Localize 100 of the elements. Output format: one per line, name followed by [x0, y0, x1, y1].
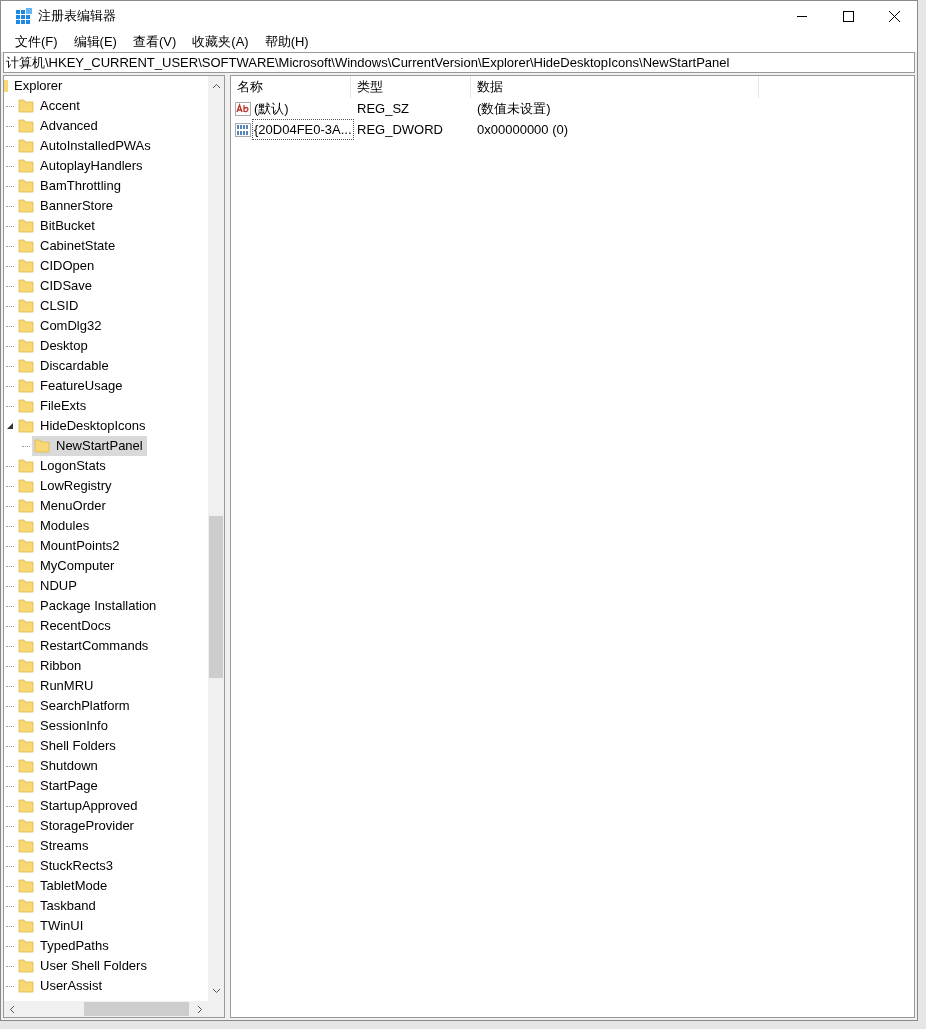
- tree-item[interactable]: CLSID: [16, 296, 83, 316]
- folder-icon: [18, 759, 34, 773]
- tree-item[interactable]: MenuOrder: [16, 496, 110, 516]
- folder-icon: [18, 859, 34, 873]
- expanded-arrow-icon[interactable]: [7, 423, 13, 429]
- tree-item[interactable]: BitBucket: [16, 216, 99, 236]
- value-name[interactable]: {20D04FE0-3A...: [252, 118, 354, 141]
- folder-icon: [18, 459, 34, 473]
- folder-icon: [18, 679, 34, 693]
- tree-item[interactable]: AutoplayHandlers: [16, 156, 147, 176]
- menu-item[interactable]: 文件(F): [7, 31, 66, 52]
- tree-item[interactable]: Package Installation: [16, 596, 161, 616]
- tree-item[interactable]: UserAssist: [16, 976, 107, 996]
- tree-item[interactable]: BannerStore: [16, 196, 117, 216]
- tree-item[interactable]: StartupApproved: [16, 796, 142, 816]
- tree-item[interactable]: Desktop: [16, 336, 92, 356]
- column-header[interactable]: 类型: [351, 76, 471, 98]
- registry-app-icon: [16, 8, 32, 24]
- column-header[interactable]: 数据: [471, 76, 759, 98]
- scroll-thumb[interactable]: [209, 516, 223, 678]
- folder-icon: [18, 399, 34, 413]
- column-header[interactable]: 名称: [231, 76, 351, 98]
- tree-item[interactable]: BamThrottling: [16, 176, 125, 196]
- folder-icon: [18, 959, 34, 973]
- tree-item[interactable]: SessionInfo: [16, 716, 112, 736]
- tree-item[interactable]: CIDOpen: [16, 256, 99, 276]
- tree-item[interactable]: RecentDocs: [16, 616, 115, 636]
- tree-item[interactable]: Advanced: [16, 116, 102, 136]
- tree-item[interactable]: MountPoints2: [16, 536, 124, 556]
- folder-icon: [18, 179, 34, 193]
- value-name[interactable]: (默认): [252, 97, 291, 120]
- folder-icon: [18, 219, 34, 233]
- tree-item[interactable]: TWinUI: [16, 916, 88, 936]
- tree-item[interactable]: Modules: [16, 516, 94, 536]
- string-value-icon: [235, 101, 251, 116]
- folder-icon: [18, 259, 34, 273]
- tree-item[interactable]: CIDSave: [16, 276, 97, 296]
- tree-item[interactable]: FileExts: [16, 396, 91, 416]
- tree-item[interactable]: Shutdown: [16, 756, 102, 776]
- tree-item[interactable]: ComDlg32: [16, 316, 106, 336]
- tree-item[interactable]: LowRegistry: [16, 476, 116, 496]
- folder-icon: [18, 239, 34, 253]
- value-data: 0x00000000 (0): [476, 120, 570, 139]
- menu-item[interactable]: 收藏夹(A): [184, 31, 257, 52]
- folder-icon: [18, 139, 34, 153]
- tree-item[interactable]: NewStartPanel: [32, 436, 147, 456]
- folder-icon: [18, 799, 34, 813]
- folder-icon: [18, 819, 34, 833]
- tree-item[interactable]: Streams: [16, 836, 93, 856]
- folder-icon: [18, 339, 34, 353]
- folder-icon: [18, 299, 34, 313]
- tree-item[interactable]: TypedPaths: [16, 936, 113, 956]
- tree-item[interactable]: AutoInstalledPWAs: [16, 136, 155, 156]
- tree-item[interactable]: MyComputer: [16, 556, 119, 576]
- folder-icon: [18, 479, 34, 493]
- tree-item[interactable]: NDUP: [16, 576, 81, 596]
- horizontal-scrollbar[interactable]: [4, 1001, 224, 1017]
- tree-item[interactable]: RunMRU: [16, 676, 98, 696]
- tree-item[interactable]: StuckRects3: [16, 856, 117, 876]
- close-icon: [888, 10, 900, 22]
- tree-item[interactable]: Ribbon: [16, 656, 86, 676]
- folder-icon: [18, 359, 34, 373]
- value-type: REG_SZ: [356, 99, 410, 118]
- folder-icon: [18, 419, 34, 433]
- tree-item[interactable]: HideDesktopIcons: [16, 416, 150, 436]
- tree-item[interactable]: TabletMode: [16, 876, 112, 896]
- folder-icon: [18, 319, 34, 333]
- folder-icon: [18, 659, 34, 673]
- value-type: REG_DWORD: [356, 120, 444, 139]
- menu-item[interactable]: 编辑(E): [65, 31, 125, 52]
- folder-icon: [18, 599, 34, 613]
- tree-item[interactable]: Discardable: [16, 356, 113, 376]
- tree-item[interactable]: StorageProvider: [16, 816, 138, 836]
- tree-item[interactable]: CabinetState: [16, 236, 120, 256]
- tree-item[interactable]: Explorer: [4, 76, 67, 96]
- folder-icon: [18, 979, 34, 993]
- tree-item[interactable]: StartPage: [16, 776, 102, 796]
- tree-item[interactable]: Shell Folders: [16, 736, 120, 756]
- tree-item[interactable]: RestartCommands: [16, 636, 153, 656]
- tree-item[interactable]: User Shell Folders: [16, 956, 151, 976]
- window-title: 注册表编辑器: [38, 7, 116, 26]
- folder-icon: [18, 499, 34, 513]
- menu-item[interactable]: 查看(V): [124, 31, 185, 52]
- tree-item[interactable]: SearchPlatform: [16, 696, 134, 716]
- tree-item[interactable]: Taskband: [16, 896, 100, 916]
- folder-icon: [18, 739, 34, 753]
- scroll-thumb[interactable]: [84, 1002, 189, 1016]
- folder-icon: [18, 539, 34, 553]
- folder-icon: [18, 639, 34, 653]
- menu-item[interactable]: 帮助(H): [256, 31, 317, 52]
- folder-icon: [18, 559, 34, 573]
- folder-icon: [18, 879, 34, 893]
- folder-icon: [18, 779, 34, 793]
- folder-icon: [18, 619, 34, 633]
- folder-icon: [18, 99, 34, 113]
- tree-item[interactable]: FeatureUsage: [16, 376, 127, 396]
- tree-item[interactable]: LogonStats: [16, 456, 110, 476]
- tree-item[interactable]: Accent: [16, 96, 84, 116]
- maximize-icon: [842, 10, 854, 22]
- address-field[interactable]: 计算机\HKEY_CURRENT_USER\SOFTWARE\Microsoft\Windows\CurrentVersion\Explorer\HideDesktopIcons\NewStartPanel: [3, 52, 915, 73]
